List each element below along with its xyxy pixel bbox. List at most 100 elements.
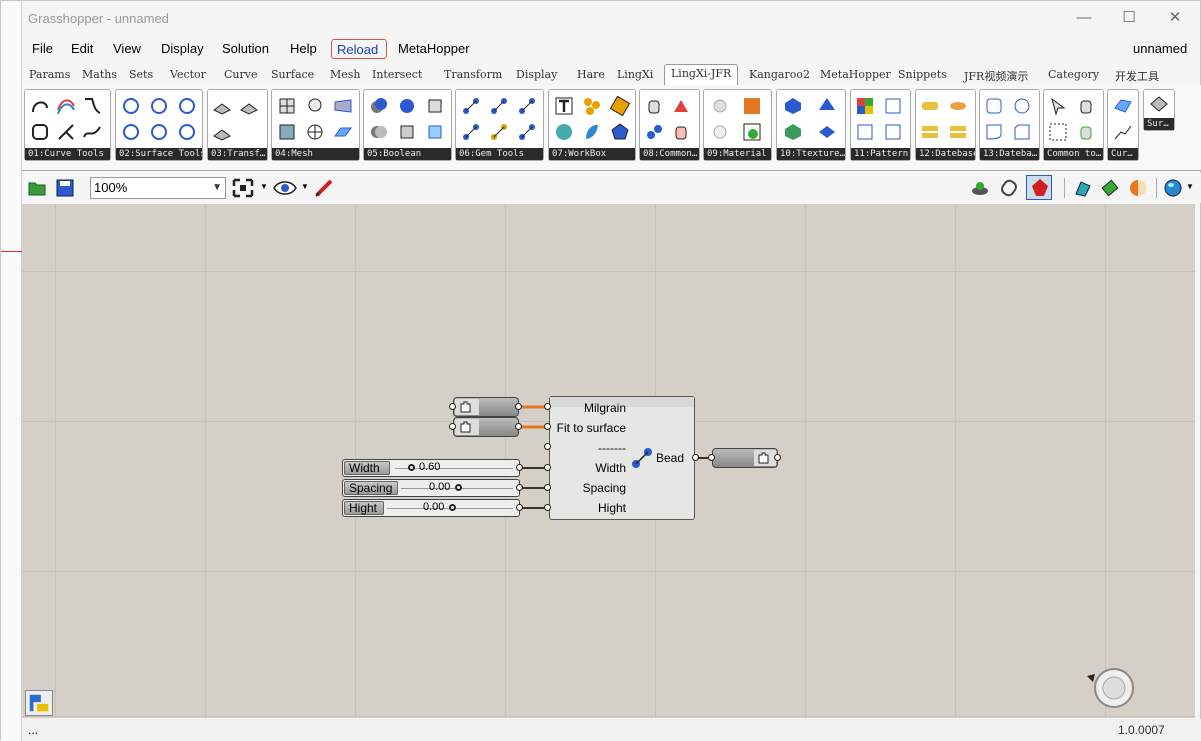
tab-maths[interactable]: Maths [82, 68, 117, 81]
display-mode-icon[interactable] [970, 178, 990, 198]
zoom-extents-icon[interactable] [232, 178, 254, 198]
port[interactable] [544, 464, 551, 471]
boolean-intersect-icon[interactable] [369, 122, 389, 142]
db-circle-icon[interactable] [1012, 96, 1032, 116]
tab-hare[interactable]: Hare [577, 68, 605, 81]
menu-solution[interactable]: Solution [222, 41, 269, 56]
group-surface-misc[interactable]: Sur… [1143, 89, 1175, 131]
preview-dropdown-icon[interactable]: ▼ [301, 182, 309, 191]
group-curve-tools[interactable]: 01:Curve Tools [24, 89, 111, 161]
zoom-dropdown-icon[interactable]: ▼ [260, 182, 268, 191]
tab-dev-tools[interactable]: 开发工具 [1115, 68, 1159, 84]
boolean-union-icon[interactable] [369, 96, 389, 116]
slider-knob[interactable] [449, 504, 456, 511]
mesh-grid-icon[interactable] [277, 96, 297, 116]
port[interactable] [544, 423, 551, 430]
wave-curve-icon[interactable] [82, 122, 102, 142]
port[interactable] [708, 454, 715, 461]
group-pattern[interactable]: 11:Pattern [850, 89, 911, 161]
port[interactable] [516, 464, 523, 471]
hand-select-icon[interactable] [1076, 122, 1096, 142]
material-ball-icon[interactable] [1128, 178, 1148, 198]
gem-bead5-icon[interactable] [517, 122, 537, 142]
mesh-voronoi-icon[interactable] [277, 122, 297, 142]
menu-metahopper[interactable]: MetaHopper [398, 41, 470, 56]
db-stack-icon[interactable] [920, 122, 940, 142]
menu-edit[interactable]: Edit [71, 41, 93, 56]
group-workbox[interactable]: 07:WorkBox [548, 89, 636, 161]
surface-3-icon[interactable] [177, 96, 197, 116]
geometry-param[interactable] [712, 448, 778, 468]
surface-6-icon[interactable] [177, 122, 197, 142]
port[interactable] [449, 423, 456, 430]
rect-curve-icon[interactable] [30, 122, 50, 142]
preview-eye-icon[interactable] [273, 179, 297, 197]
port[interactable] [515, 423, 522, 430]
fit-surface-button[interactable] [453, 417, 519, 437]
slider-spacing[interactable]: Spacing 0.00 [342, 479, 520, 497]
mesh-sphere-icon[interactable] [305, 122, 325, 142]
group-transform[interactable]: 03:Transf… [207, 89, 268, 161]
tab-intersect[interactable]: Intersect [372, 68, 422, 81]
workbox-dots-icon[interactable] [582, 96, 602, 116]
slider-hight[interactable]: Hight 0.00 [342, 499, 520, 517]
hand-red-icon[interactable] [671, 122, 691, 142]
tab-jfr-video[interactable]: JFR视频演示 [964, 68, 1028, 84]
texture-cube-icon[interactable] [783, 96, 803, 116]
texture-prism-icon[interactable] [817, 96, 837, 116]
group-database[interactable]: 12:Datebase [915, 89, 976, 161]
workbox-tile-icon[interactable] [610, 96, 630, 116]
text-tool-icon[interactable] [554, 96, 574, 116]
input-milgrain[interactable]: Milgrain [554, 401, 626, 415]
port[interactable] [544, 443, 551, 450]
port[interactable] [692, 454, 699, 461]
tab-kangaroo2[interactable]: Kangaroo2 [749, 68, 810, 81]
texture-cube2-icon[interactable] [783, 122, 803, 142]
pattern-color-icon[interactable] [855, 96, 875, 116]
boolean-box2-icon[interactable] [397, 122, 417, 142]
wireframe-mode-icon[interactable] [999, 178, 1019, 198]
zoom-select[interactable]: 100% ▼ [90, 177, 226, 199]
tab-display[interactable]: Display [516, 68, 557, 81]
teal-shape-icon[interactable] [1073, 178, 1093, 198]
tab-surface[interactable]: Surface [271, 68, 314, 81]
branch-curve-icon[interactable] [56, 122, 76, 142]
tab-mesh[interactable]: Mesh [330, 68, 361, 81]
mesh-surface-icon[interactable] [333, 96, 353, 116]
menu-file[interactable]: File [32, 41, 53, 56]
grid-surface-icon[interactable] [1113, 96, 1133, 116]
gem-bead-icon[interactable] [461, 96, 481, 116]
polyline-icon[interactable] [1113, 122, 1133, 142]
boolean-diff-icon[interactable] [397, 96, 417, 116]
minimize-button[interactable]: — [1072, 7, 1096, 29]
texture-diamond-icon[interactable] [817, 122, 837, 142]
transform-plane-icon[interactable] [212, 96, 232, 116]
group-texture[interactable]: 10:Ttexture… [776, 89, 846, 161]
input-fit-to-surface[interactable]: Fit to surface [554, 421, 626, 435]
pattern-grid-icon[interactable] [883, 96, 903, 116]
slider-knob[interactable] [408, 464, 415, 471]
workbox-pentagon-icon[interactable] [610, 122, 630, 142]
surface-5-icon[interactable] [149, 122, 169, 142]
curve-offset-icon[interactable] [56, 96, 76, 116]
milgrain-button[interactable] [453, 397, 519, 417]
hand-pointer-icon[interactable] [1076, 96, 1096, 116]
workbox-globe-icon[interactable] [554, 122, 574, 142]
material-ring-icon[interactable] [710, 96, 730, 116]
port[interactable] [515, 403, 522, 410]
port[interactable] [544, 504, 551, 511]
mesh-skull-icon[interactable] [305, 96, 325, 116]
tab-snippets[interactable]: Snippets [898, 68, 947, 81]
port[interactable] [516, 484, 523, 491]
group-material[interactable]: 09:Material [703, 89, 772, 161]
tab-params[interactable]: Params [29, 68, 70, 81]
input-spacing[interactable]: Spacing [554, 481, 626, 495]
sphere-dropdown-icon[interactable]: ▼ [1186, 182, 1194, 191]
port[interactable] [544, 484, 551, 491]
surface-2-icon[interactable] [149, 96, 169, 116]
tab-lingxi[interactable]: LingXi [617, 68, 653, 81]
close-button[interactable]: ✕ [1163, 7, 1187, 29]
maximize-button[interactable]: ☐ [1117, 7, 1141, 29]
pattern-grid3-icon[interactable] [883, 122, 903, 142]
port[interactable] [516, 504, 523, 511]
